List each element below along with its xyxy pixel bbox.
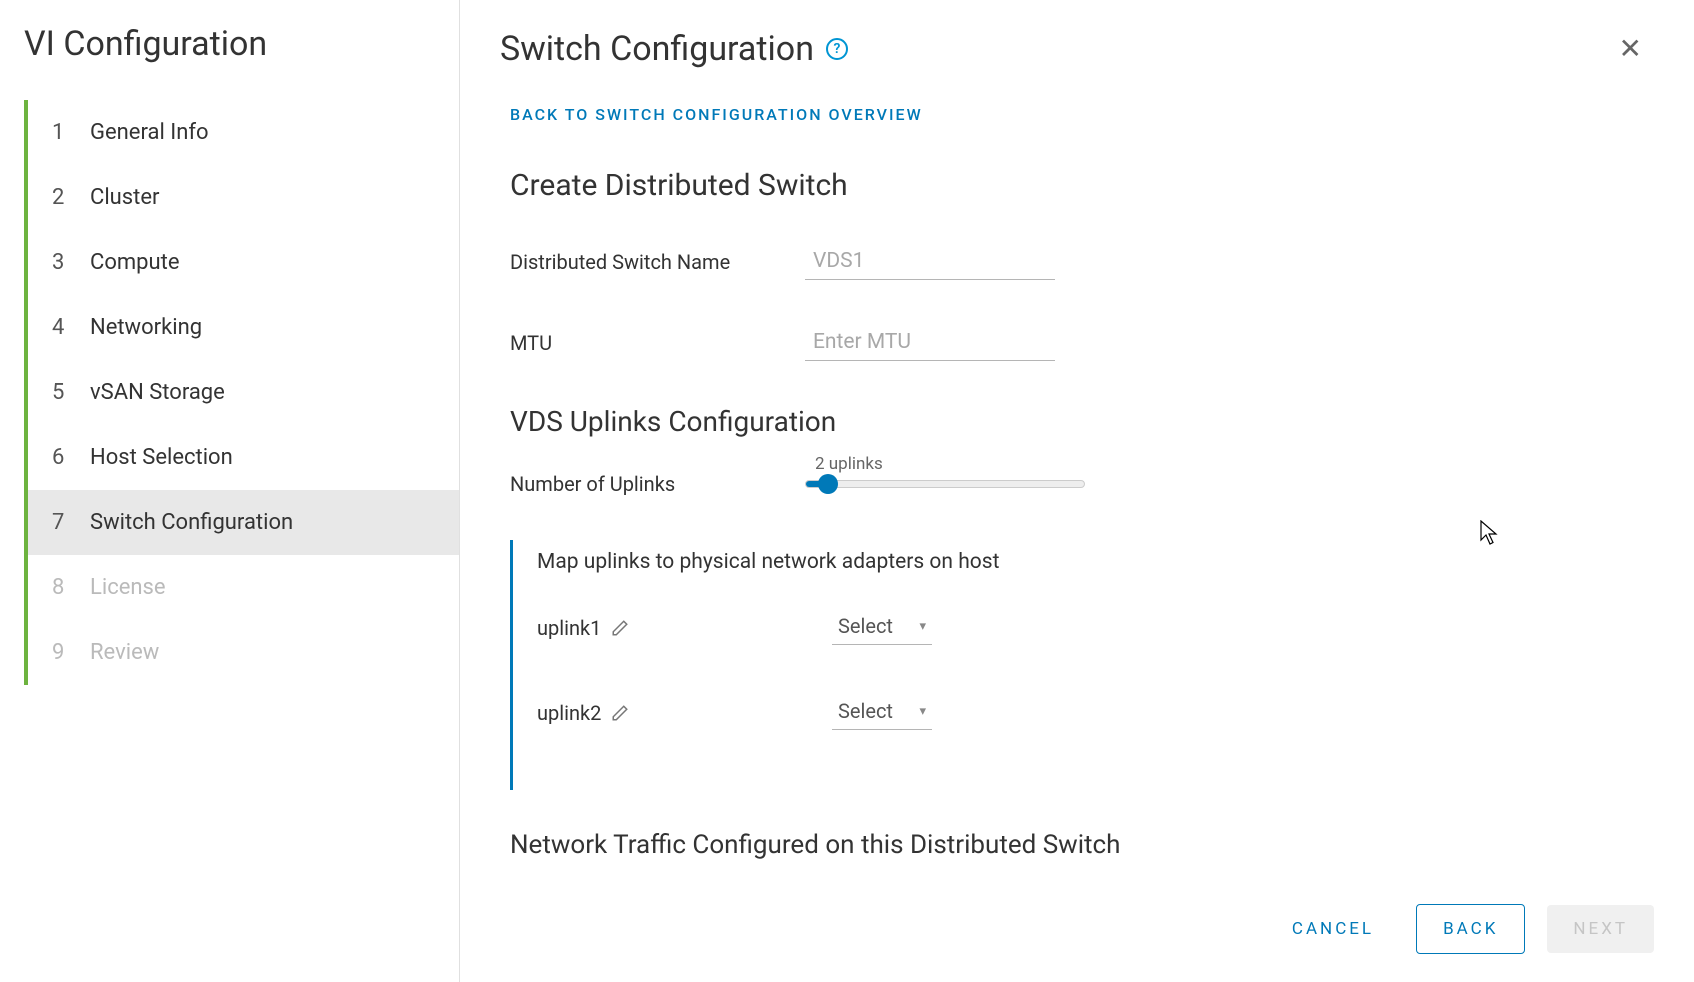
uplink2-label: uplink2	[537, 701, 601, 725]
step-number: 2	[52, 185, 76, 210]
uplinks-count-label: Number of Uplinks	[510, 472, 805, 496]
uplink1-label: uplink1	[537, 616, 601, 640]
page-title: Switch Configuration	[500, 29, 814, 69]
help-icon[interactable]: ?	[826, 38, 848, 60]
uplink1-select[interactable]: Select ▾	[832, 610, 932, 645]
uplink2-select[interactable]: Select ▾	[832, 695, 932, 730]
back-to-overview-link[interactable]: BACK TO SWITCH CONFIGURATION OVERVIEW	[510, 105, 923, 124]
step-vsan-storage[interactable]: 5 vSAN Storage	[28, 360, 459, 425]
next-button: NEXT	[1547, 905, 1654, 953]
step-label: Review	[90, 640, 159, 665]
step-label: General Info	[90, 120, 209, 145]
uplink2-row: uplink2 Select ▾	[537, 695, 1654, 730]
step-label: Cluster	[90, 185, 159, 210]
chevron-down-icon: ▾	[919, 704, 926, 719]
slider-track[interactable]	[805, 480, 1085, 488]
step-number: 9	[52, 640, 76, 665]
wizard-sidebar: VI Configuration 1 General Info 2 Cluste…	[0, 0, 460, 982]
step-label: License	[90, 575, 166, 600]
step-number: 3	[52, 250, 76, 275]
wizard-step-list: 1 General Info 2 Cluster 3 Compute 4 Net…	[24, 100, 459, 685]
uplinks-slider-caption: 2 uplinks	[815, 454, 883, 474]
step-label: vSAN Storage	[90, 380, 225, 405]
step-number: 6	[52, 445, 76, 470]
step-host-selection[interactable]: 6 Host Selection	[28, 425, 459, 490]
uplink1-select-value: Select	[838, 614, 893, 638]
step-number: 7	[52, 510, 76, 535]
switch-name-input[interactable]	[805, 243, 1055, 280]
step-license: 8 License	[28, 555, 459, 620]
step-switch-configuration[interactable]: 7 Switch Configuration	[28, 490, 459, 555]
step-review: 9 Review	[28, 620, 459, 685]
step-label: Compute	[90, 250, 180, 275]
mtu-label: MTU	[510, 331, 805, 355]
edit-icon[interactable]	[611, 704, 629, 722]
mtu-row: MTU	[510, 324, 1654, 361]
network-traffic-heading: Network Traffic Configured on this Distr…	[510, 830, 1654, 860]
step-number: 4	[52, 315, 76, 340]
uplink2-select-value: Select	[838, 699, 893, 723]
step-networking[interactable]: 4 Networking	[28, 295, 459, 360]
switch-name-label: Distributed Switch Name	[510, 250, 805, 274]
switch-name-row: Distributed Switch Name	[510, 243, 1654, 280]
step-label: Host Selection	[90, 445, 233, 470]
main-body: BACK TO SWITCH CONFIGURATION OVERVIEW Cr…	[460, 85, 1694, 982]
close-button[interactable]: ✕	[1607, 28, 1654, 69]
chevron-down-icon: ▾	[919, 619, 926, 634]
create-switch-heading: Create Distributed Switch	[510, 168, 1654, 203]
uplinks-slider[interactable]: 2 uplinks	[805, 480, 1085, 488]
step-cluster[interactable]: 2 Cluster	[28, 165, 459, 230]
back-button[interactable]: BACK	[1416, 904, 1525, 954]
sidebar-title: VI Configuration	[24, 24, 459, 64]
uplinks-config-heading: VDS Uplinks Configuration	[510, 405, 1654, 438]
edit-icon[interactable]	[611, 619, 629, 637]
step-label: Switch Configuration	[90, 510, 293, 535]
uplink-mapping-block: Map uplinks to physical network adapters…	[510, 540, 1654, 790]
uplink1-row: uplink1 Select ▾	[537, 610, 1654, 645]
uplinks-count-row: Number of Uplinks 2 uplinks	[510, 472, 1654, 496]
cancel-button[interactable]: CANCEL	[1272, 905, 1394, 953]
wizard-footer: CANCEL BACK NEXT	[1272, 904, 1654, 954]
step-number: 1	[52, 120, 76, 145]
step-general-info[interactable]: 1 General Info	[28, 100, 459, 165]
step-label: Networking	[90, 315, 202, 340]
mtu-input[interactable]	[805, 324, 1055, 361]
step-compute[interactable]: 3 Compute	[28, 230, 459, 295]
uplink-mapping-hint: Map uplinks to physical network adapters…	[537, 550, 1654, 574]
step-number: 5	[52, 380, 76, 405]
step-number: 8	[52, 575, 76, 600]
main-header: Switch Configuration ? ✕	[460, 0, 1694, 85]
slider-thumb[interactable]	[818, 474, 838, 494]
main-panel: Switch Configuration ? ✕ BACK TO SWITCH …	[460, 0, 1694, 982]
